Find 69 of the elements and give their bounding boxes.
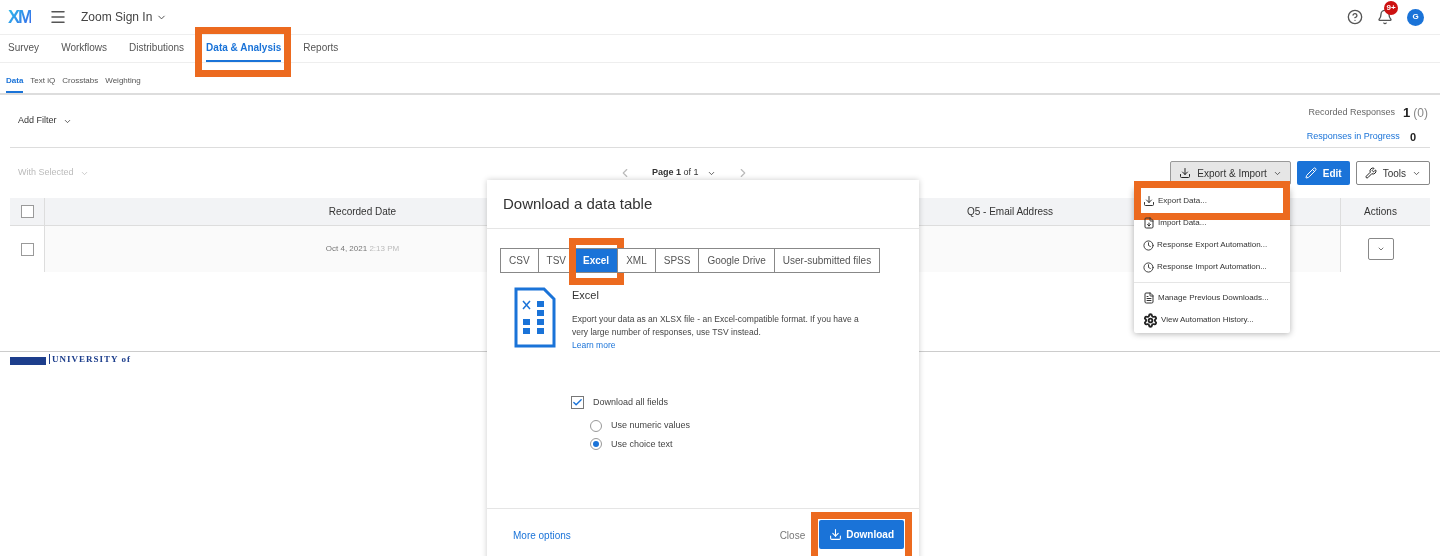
checkbox-label: Download all fields (593, 395, 669, 409)
format-tab[interactable]: CSV (500, 248, 539, 273)
wrench-icon (1364, 167, 1377, 179)
document-icon (1143, 292, 1155, 304)
menu-item[interactable]: View Automation History... (1143, 309, 1281, 331)
university-logo-text: UNIVERSITY of (49, 354, 131, 364)
nav-tab[interactable]: Workflows (61, 35, 108, 62)
format-tab[interactable]: Google Drive (698, 248, 775, 273)
menu-item[interactable]: Response Export Automation... (1143, 234, 1281, 256)
spreadsheet-icon (514, 287, 556, 348)
stat-value: 0 (1409, 129, 1416, 145)
responses-link[interactable]: Responses in Progress (1306, 130, 1400, 144)
pencil-icon (1304, 167, 1317, 179)
document-icon (1143, 217, 1155, 229)
column-header: Recorded Date (328, 205, 397, 219)
download-icon (1179, 167, 1192, 179)
nav-tab[interactable]: Reports (303, 35, 339, 62)
format-tab[interactable]: Excel (574, 248, 619, 273)
nav-tab[interactable]: Distributions (129, 35, 185, 62)
tools-button[interactable]: Tools (1355, 161, 1430, 185)
clock-icon (1143, 239, 1154, 251)
format-tab[interactable]: SPSS (654, 248, 700, 273)
project-dropdown[interactable]: Zoom Sign In (81, 8, 168, 26)
page-selector[interactable]: Page 1 of 1 (652, 166, 716, 180)
menu-item[interactable]: Manage Previous Downloads... (1143, 287, 1281, 309)
stat-value: (0) (1413, 104, 1428, 122)
format-title: Excel (572, 288, 600, 303)
download-button[interactable]: Download (819, 520, 904, 549)
column-header: Actions (1364, 205, 1397, 219)
format-tab[interactable]: XML (617, 248, 656, 273)
radio-label: Use numeric values (611, 419, 691, 432)
clock-icon (1143, 261, 1154, 273)
format-description: Export your data as an XLSX file - an Excel-compatible format. If you have a very large number of responses, use TSV instead. (572, 312, 860, 339)
menu-icon[interactable] (49, 8, 67, 26)
radio-button[interactable] (590, 419, 602, 432)
learn-more-link[interactable]: Learn more (572, 338, 616, 352)
menu-item[interactable]: Import Data... (1143, 212, 1281, 234)
close-button[interactable]: Close (779, 528, 806, 543)
gear-icon (1143, 312, 1158, 328)
download-icon (829, 528, 843, 541)
nav-tab[interactable]: Data & Analysis (206, 35, 282, 62)
sub-tab[interactable]: Crosstabs (62, 71, 99, 93)
download-all-checkbox[interactable] (571, 395, 584, 409)
user-avatar[interactable]: G (1407, 8, 1424, 26)
menu-item[interactable]: Export Data... (1143, 190, 1281, 212)
sub-tab[interactable]: Data (6, 71, 24, 93)
column-header: Q5 - Email Address (966, 205, 1054, 219)
menu-item[interactable]: Response Import Automation... (1143, 256, 1281, 278)
stat-value: 1 (1403, 104, 1411, 122)
radio-button[interactable] (590, 438, 602, 451)
bell-icon[interactable] (1377, 9, 1393, 25)
university-logo-icon (10, 354, 46, 365)
more-options-link[interactable]: More options (513, 528, 571, 543)
row-checkbox[interactable] (20, 242, 34, 256)
add-filter-button[interactable]: Add Filter (18, 114, 72, 128)
row-actions-button[interactable] (1367, 238, 1394, 260)
edit-button[interactable]: Edit (1296, 161, 1350, 185)
select-all-checkbox[interactable] (20, 205, 34, 218)
sub-tab[interactable]: Text iQ (30, 71, 56, 93)
nav-tab[interactable]: Survey (8, 35, 40, 62)
caret-icon (1376, 245, 1385, 253)
sub-tab[interactable]: Weighting (105, 71, 141, 93)
help-icon[interactable] (1347, 9, 1363, 25)
dialog-title: Download a data table (503, 193, 653, 214)
radio-label: Use choice text (611, 437, 673, 451)
download-icon (1143, 195, 1155, 207)
format-tab[interactable]: User-submitted files (773, 248, 881, 273)
stat-label: Recorded Responses (1308, 106, 1396, 119)
notification-badge: 9+ (1384, 1, 1398, 15)
